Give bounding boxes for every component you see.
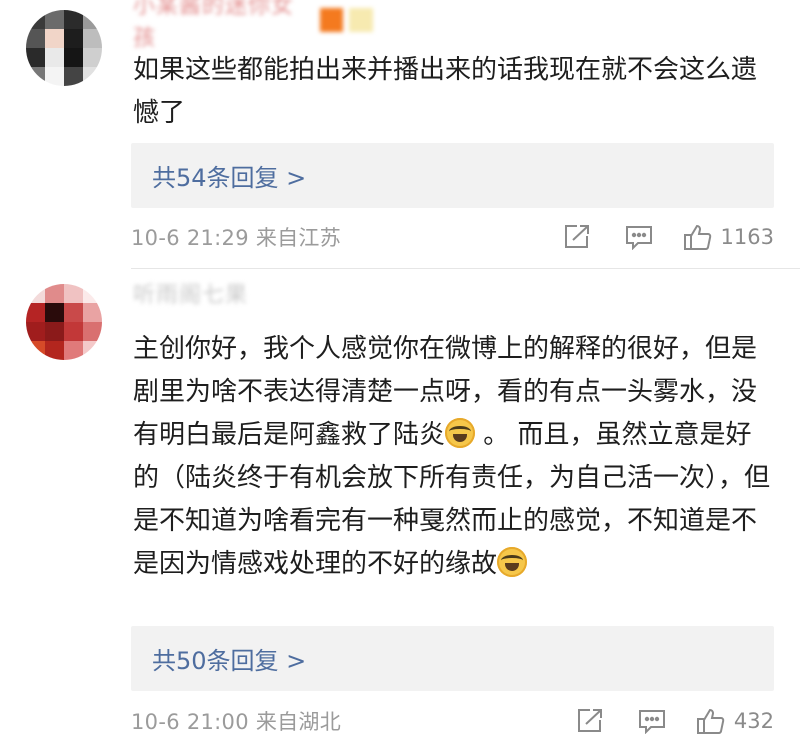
view-replies-button[interactable]: 共54条回复 > [131,143,774,208]
comment-meta: 10-6 21:00 来自湖北 [131,710,342,734]
like-count: 1163 [720,225,774,249]
share-icon [564,225,589,248]
comment-item: 小某酱的迷你女孩 如果这些都能拍出来并播出来的话我现在就不会这么遗憾了 共54条… [0,0,800,268]
comment-text: 主创你好，我个人感觉你在微博上的解释的很好，但是剧里为啥不表达得清楚一点呀，看的… [133,328,773,586]
comment-meta: 10-6 21:29 来自江苏 [131,226,342,250]
share-icon [577,709,602,732]
username[interactable]: 小某酱的迷你女孩 [133,0,373,51]
share-button[interactable] [576,708,604,734]
badge-icon [349,8,373,32]
like-button[interactable]: 432 [696,707,774,735]
username-text[interactable]: 听雨阁七果 [133,277,248,309]
comment-icon [638,710,665,734]
comment-icon [625,226,652,250]
view-replies-button[interactable]: 共50条回复 > [131,626,774,691]
username[interactable]: 听雨阁七果 [133,278,373,308]
avatar[interactable] [26,10,102,86]
comment-item: 听雨阁七果 主创你好，我个人感觉你在微博上的解释的很好，但是剧里为啥不表达得清楚… [0,268,800,753]
share-button[interactable] [563,224,591,250]
like-button[interactable]: 1163 [683,223,774,251]
comment-text: 如果这些都能拍出来并播出来的话我现在就不会这么遗憾了 [133,55,758,128]
laughing-crying-emoji-icon [497,547,528,577]
comment-button[interactable] [638,708,666,734]
comment-footer: 10-6 21:29 来自江苏 1163 [131,222,774,252]
replies-label[interactable]: 共54条回复 > [152,158,306,193]
laughing-crying-emoji-icon [445,418,476,448]
comment-footer: 10-6 21:00 来自湖北 432 [131,706,774,736]
avatar[interactable] [26,284,102,360]
thumbs-up-icon [696,708,725,734]
comment-button[interactable] [625,224,653,250]
replies-label[interactable]: 共50条回复 > [152,641,306,676]
badge-icon [319,8,344,32]
thumbs-up-icon [683,224,711,250]
username-text[interactable]: 小某酱的迷你女孩 [133,0,314,52]
like-count: 432 [733,709,774,733]
